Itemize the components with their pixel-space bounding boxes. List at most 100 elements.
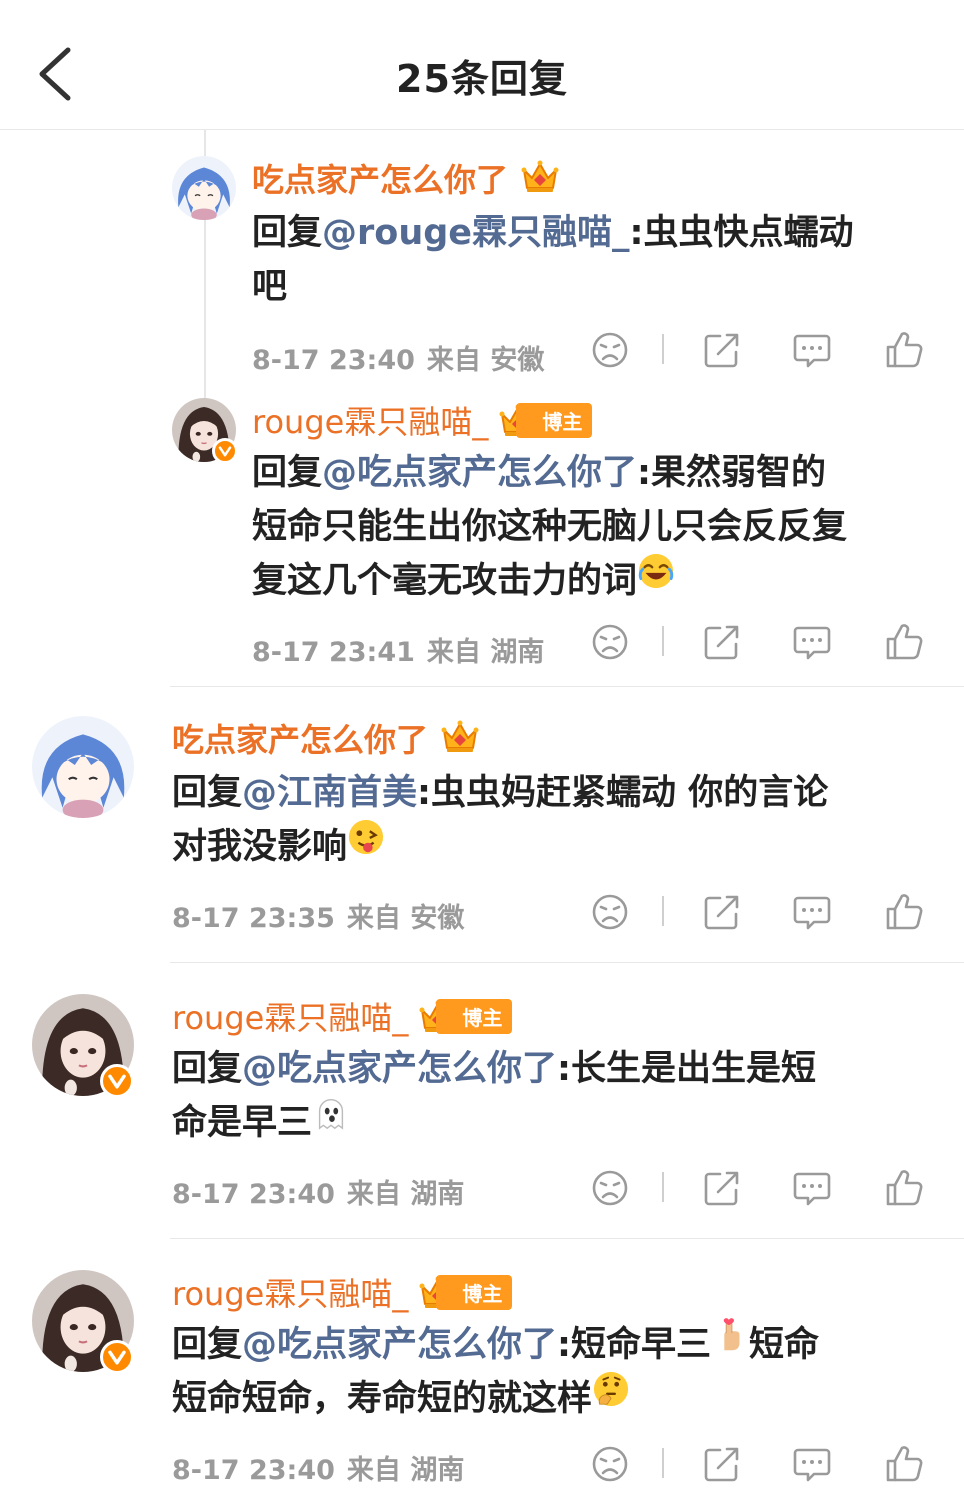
location: 来自 安徽 (426, 345, 545, 376)
text-line: 虫虫快点蠕动 (643, 213, 854, 253)
timestamp: 8-17 23:40 (172, 1455, 335, 1486)
comment-text: 回复@rouge霖只融喵_:虫虫快点蠕动 吧 (252, 206, 932, 314)
avatar[interactable] (32, 716, 134, 818)
comment-icon[interactable] (790, 620, 834, 664)
text-line: 短命 (749, 1325, 820, 1365)
reply-prefix: 回复 (252, 213, 323, 253)
username[interactable]: rouge霖只融喵_ (252, 397, 488, 443)
share-icon[interactable] (700, 328, 744, 372)
separator (662, 334, 664, 364)
ghost-emoji (312, 1094, 350, 1148)
reply-prefix: 回复 (172, 1325, 243, 1365)
timestamp: 8-17 23:40 (172, 1179, 335, 1210)
username[interactable]: 吃点家产怎么你了 (252, 155, 508, 201)
like-icon[interactable] (882, 890, 926, 934)
username[interactable]: rouge霖只融喵_ (172, 993, 408, 1039)
blogger-badge: 博主 (498, 402, 593, 438)
colon: : (417, 773, 432, 813)
top-bar: 25条回复 (0, 0, 964, 130)
tongue-out-emoji (347, 818, 385, 872)
like-icon[interactable] (882, 620, 926, 664)
avatar[interactable] (172, 156, 236, 220)
comment-text: 回复@吃点家产怎么你了:长生是出生是短 命是早三 (172, 1042, 932, 1150)
verified-badge-icon (212, 438, 238, 464)
share-icon[interactable] (700, 890, 744, 934)
finger-heart-emoji (711, 1316, 749, 1370)
username[interactable]: 吃点家产怎么你了 (172, 715, 428, 761)
timestamp: 8-17 23:35 (172, 903, 335, 934)
blogger-badge-label: 博主 (436, 998, 513, 1034)
comment-meta: 8-17 23:40 来自 安徽 (252, 338, 544, 377)
timestamp: 8-17 23:40 (252, 345, 415, 376)
dislike-icon[interactable] (588, 620, 632, 664)
comment-text: 回复@吃点家产怎么你了:短命早三 短命 短命短命，寿命短的就这样 (172, 1318, 932, 1426)
mention-link[interactable]: @吃点家产怎么你了 (322, 453, 637, 493)
blogger-badge-label: 博主 (516, 402, 593, 438)
share-icon[interactable] (700, 1166, 744, 1210)
dislike-icon[interactable] (588, 1166, 632, 1210)
thinking-face-emoji (592, 1370, 630, 1424)
action-bar (588, 620, 928, 670)
laughing-tears-emoji (637, 552, 675, 606)
comment-text: 回复@吃点家产怎么你了:果然弱智的 短命只能生出你这种无脑儿只会反反复 复这几个… (252, 446, 942, 608)
username[interactable]: rouge霖只融喵_ (172, 1269, 408, 1315)
action-bar (588, 328, 928, 378)
text-line: 短命只能生出你这种无脑儿只会反反复 (252, 507, 848, 547)
comment-meta: 8-17 23:35 来自 安徽 (172, 896, 464, 935)
mention-link[interactable]: @吃点家产怎么你了 (242, 1325, 557, 1365)
reply-prefix: 回复 (172, 773, 243, 813)
divider (170, 686, 964, 687)
colon: : (629, 213, 644, 253)
colon: : (637, 453, 652, 493)
blogger-badge: 博主 (418, 1274, 513, 1310)
separator (662, 626, 664, 656)
location: 来自 湖南 (346, 1455, 465, 1486)
share-icon[interactable] (700, 1442, 744, 1486)
crown-icon (440, 718, 480, 758)
location: 来自 安徽 (346, 903, 465, 934)
text-line: 短命短命，寿命短的就这样 (172, 1379, 593, 1419)
verified-badge-icon (100, 1340, 134, 1374)
location: 来自 湖南 (426, 637, 545, 668)
crown-icon (520, 158, 560, 198)
separator (662, 1448, 664, 1478)
text-line: 对我没影响 (172, 827, 348, 867)
comment-icon[interactable] (790, 890, 834, 934)
comment-icon[interactable] (790, 1166, 834, 1210)
text-line: 命是早三 (172, 1103, 313, 1143)
action-bar (588, 890, 928, 940)
comment-meta: 8-17 23:40 来自 湖南 (172, 1448, 464, 1487)
comment-meta: 8-17 23:41 来自 湖南 (252, 630, 544, 669)
like-icon[interactable] (882, 1166, 926, 1210)
share-icon[interactable] (700, 620, 744, 664)
text-line: 果然弱智的 (651, 453, 827, 493)
like-icon[interactable] (882, 1442, 926, 1486)
text-line: 复这几个毫无攻击力的词 (252, 561, 638, 601)
text-line: 虫虫妈赶紧蠕动 你的言论 (431, 773, 829, 813)
page-title: 25条回复 (396, 57, 568, 101)
dislike-icon[interactable] (588, 328, 632, 372)
like-icon[interactable] (882, 328, 926, 372)
text-line: 长生是出生是短 (571, 1049, 817, 1089)
comment-icon[interactable] (790, 1442, 834, 1486)
location: 来自 湖南 (346, 1179, 465, 1210)
verified-badge-icon (100, 1064, 134, 1098)
text-line: 短命早三 (571, 1325, 712, 1365)
name-row: 吃点家产怎么你了 (252, 156, 560, 200)
divider (170, 1238, 964, 1239)
mention-link[interactable]: @江南首美 (242, 773, 417, 813)
text-line: 吧 (252, 267, 288, 307)
action-bar (588, 1442, 928, 1492)
name-row: rouge霖只融喵_ 博主 (252, 397, 593, 443)
comment-meta: 8-17 23:40 来自 湖南 (172, 1172, 464, 1211)
dislike-icon[interactable] (588, 890, 632, 934)
separator (662, 896, 664, 926)
comment-text: 回复@江南首美:虫虫妈赶紧蠕动 你的言论 对我没影响 (172, 766, 932, 874)
colon: : (557, 1325, 572, 1365)
reply-prefix: 回复 (252, 453, 323, 493)
timestamp: 8-17 23:41 (252, 637, 415, 668)
mention-link[interactable]: @rouge霖只融喵_ (322, 213, 630, 253)
dislike-icon[interactable] (588, 1442, 632, 1486)
mention-link[interactable]: @吃点家产怎么你了 (242, 1049, 557, 1089)
comment-icon[interactable] (790, 328, 834, 372)
